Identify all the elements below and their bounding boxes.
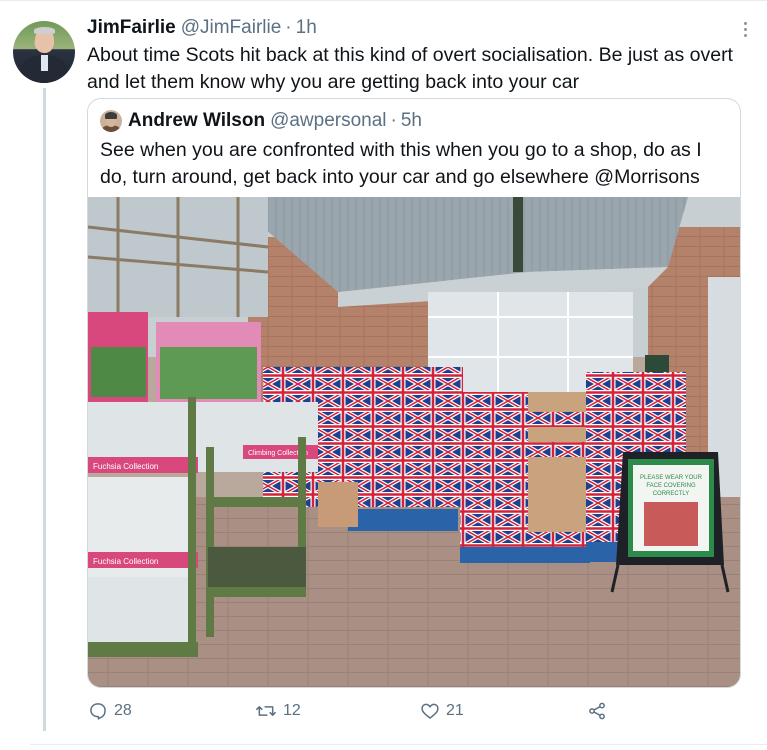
quoted-author-handle[interactable]: @awpersonal [270, 110, 386, 132]
quoted-tweet[interactable]: Andrew Wilson @awpersonal · 5h See when … [87, 98, 741, 688]
board-line-1: PLEASE WEAR YOUR [640, 475, 703, 481]
author-avatar[interactable] [13, 21, 75, 83]
more-icon[interactable] [738, 18, 752, 40]
quoted-author-avatar[interactable] [100, 110, 122, 132]
retweet-icon [255, 701, 277, 721]
reply-icon [88, 701, 108, 721]
like-count: 21 [446, 702, 464, 719]
thread-line [43, 88, 46, 731]
like-button[interactable]: 21 [420, 699, 464, 723]
bottom-divider [30, 744, 767, 745]
reply-button[interactable]: 28 [88, 699, 132, 723]
tweet-time[interactable]: 1h [296, 17, 317, 39]
quoted-tweet-header: Andrew Wilson @awpersonal · 5h [100, 109, 422, 133]
tweet-text: About time Scots hit back at this kind o… [87, 44, 733, 93]
board-line-3: CORRECTLY [653, 491, 690, 497]
quoted-tweet-text: See when you are confronted with this wh… [100, 139, 702, 188]
quoted-tweet-time[interactable]: 5h [401, 110, 422, 132]
author-name[interactable]: JimFairlie [87, 17, 176, 39]
quoted-tweet-photo[interactable]: Fuchsia Collection Fuchsia Collection Cl… [88, 197, 740, 687]
fuchsia-sign-1: Fuchsia Collection [93, 462, 158, 471]
tweet-header: JimFairlie @JimFairlie · 1h [87, 17, 317, 41]
reply-count: 28 [114, 702, 132, 719]
author-handle[interactable]: @JimFairlie [181, 17, 282, 39]
separator: · [285, 17, 292, 38]
top-divider [0, 0, 767, 1]
tweet-actions: 28 12 21 [87, 699, 617, 723]
quoted-separator: · [390, 110, 397, 131]
share-button[interactable] [587, 699, 607, 723]
retweet-button[interactable]: 12 [255, 699, 301, 723]
fuchsia-sign-2: Fuchsia Collection [93, 557, 158, 566]
share-icon [587, 701, 607, 721]
board-line-2: FACE COVERING [646, 483, 696, 489]
heart-icon [420, 701, 440, 721]
retweet-count: 12 [283, 702, 301, 719]
quoted-author-name[interactable]: Andrew Wilson [128, 110, 265, 132]
